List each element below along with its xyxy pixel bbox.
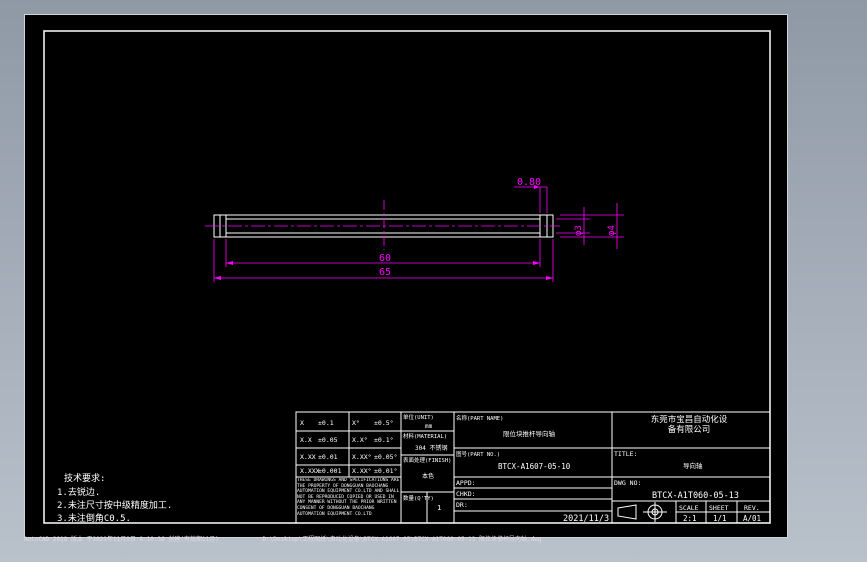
finish-label: 表面处理(FINISH): [403, 456, 452, 464]
name-label: 名称(PART NAME): [456, 414, 503, 422]
tol-r2c3: ±0.05°: [374, 453, 397, 461]
tol-r1c2: X.X°: [352, 436, 368, 444]
company-name: 东莞市宝昌自动化设备有限公司: [650, 415, 728, 435]
dim-dia-4: φ4: [607, 225, 617, 236]
tol-r3c0: X.XXX: [300, 467, 320, 475]
tol-r3c1: ±0.001: [318, 467, 342, 475]
tol-r1c3: ±0.1°: [374, 436, 394, 444]
note-2: 2.未注尺寸按中级精度加工.: [57, 499, 172, 511]
tol-r0c0: X: [300, 419, 304, 427]
dwgno-label: DWG NO:: [614, 479, 641, 487]
unit-value: mm: [425, 423, 433, 430]
disclaimer-box: THESE DRAWINGS AND SPECIFICATIONS ARE TH…: [297, 478, 400, 517]
drawing-number: BTCX-A1T060-05-13: [652, 491, 739, 501]
tol-r1c1: ±0.05: [318, 436, 338, 444]
partno-label: 图号(PART NO.): [456, 450, 500, 458]
scale-value: 2:1: [683, 514, 697, 523]
note-3: 3.未注倒角C0.5.: [57, 512, 131, 524]
appd-label: APPD:: [456, 479, 476, 487]
title-block-texts: 名称(PART NAME) 限位块推杆导向轴 图号(PART NO.) BTCX…: [456, 414, 761, 524]
drawing-date: 2021/11/3: [563, 514, 609, 524]
dim-chamfer: 0.80: [517, 177, 541, 188]
company-box: 东莞市宝昌自动化设备有限公司: [650, 415, 728, 435]
unit-label: 单位(UNIT): [403, 413, 434, 421]
dim-length-65: 65: [379, 267, 391, 278]
cad-viewer: 0.80 60 65 φ3 φ4 技术要求: 1.去锐边. 2.未注尺寸按中级精…: [0, 0, 867, 562]
status-left: AutoCAD 2018 版本 于2021年11月9日 8:10:36 创建(有…: [24, 536, 219, 543]
status-path: D:\Desktop\工程图纸\自动化设备\BTCX-A1607-05\BTCX…: [262, 536, 542, 543]
material-label: 材料(MATERIAL): [403, 432, 447, 440]
drawing-canvas: 0.80 60 65 φ3 φ4 技术要求: 1.去锐边. 2.未注尺寸按中级精…: [43, 30, 771, 524]
tol-r3c2: X.XX°: [352, 467, 372, 475]
tol-r2c2: X.XX°: [352, 453, 372, 461]
tol-r3c3: ±0.01°: [374, 467, 397, 475]
qty-value: 1: [437, 504, 441, 512]
drawing-title: 导向轴: [683, 461, 703, 470]
title-label: TITLE:: [614, 450, 637, 458]
dim-length-60: 60: [379, 253, 391, 264]
rev-value: A/01: [743, 514, 761, 523]
finish-value: 本色: [422, 472, 434, 480]
tol-r2c0: X.XX: [300, 453, 316, 461]
tol-r0c1: ±0.1: [318, 419, 334, 427]
dim-dia-3: φ3: [574, 225, 584, 236]
part-number: BTCX-A1607-05-10: [498, 462, 571, 471]
tol-r0c3: ±0.5°: [374, 419, 394, 427]
note-1: 1.去锐边.: [57, 486, 100, 498]
dr-label: DR:: [456, 501, 468, 509]
drawing-border: [43, 30, 771, 524]
qty-label: 数量(Q'TY): [403, 494, 434, 502]
part-name: 限位块推杆导向轴: [503, 429, 556, 438]
disclaimer-text: THESE DRAWINGS AND SPECIFICATIONS ARE TH…: [297, 478, 400, 517]
centerlines: [205, 200, 560, 250]
tol-r0c2: X°: [352, 419, 360, 427]
scale-label: SCALE: [679, 504, 699, 512]
sheet-value: 1/1: [713, 514, 727, 523]
status-bar: AutoCAD 2018 版本 于2021年11月9日 8:10:36 创建(有…: [24, 533, 844, 547]
chkd-label: CHKD:: [456, 490, 476, 498]
notes-title: 技术要求:: [64, 472, 105, 484]
sheet-label: SHEET: [709, 504, 729, 512]
rev-label: REV.: [744, 504, 760, 512]
dimensions: [213, 186, 624, 282]
tol-r2c1: ±0.01: [318, 453, 338, 461]
tol-r1c0: X.X: [300, 436, 312, 444]
technical-notes: 技术要求: 1.去锐边. 2.未注尺寸按中级精度加工. 3.未注倒角C0.5.: [57, 472, 172, 524]
material-value: 304 不锈钢: [415, 444, 447, 452]
